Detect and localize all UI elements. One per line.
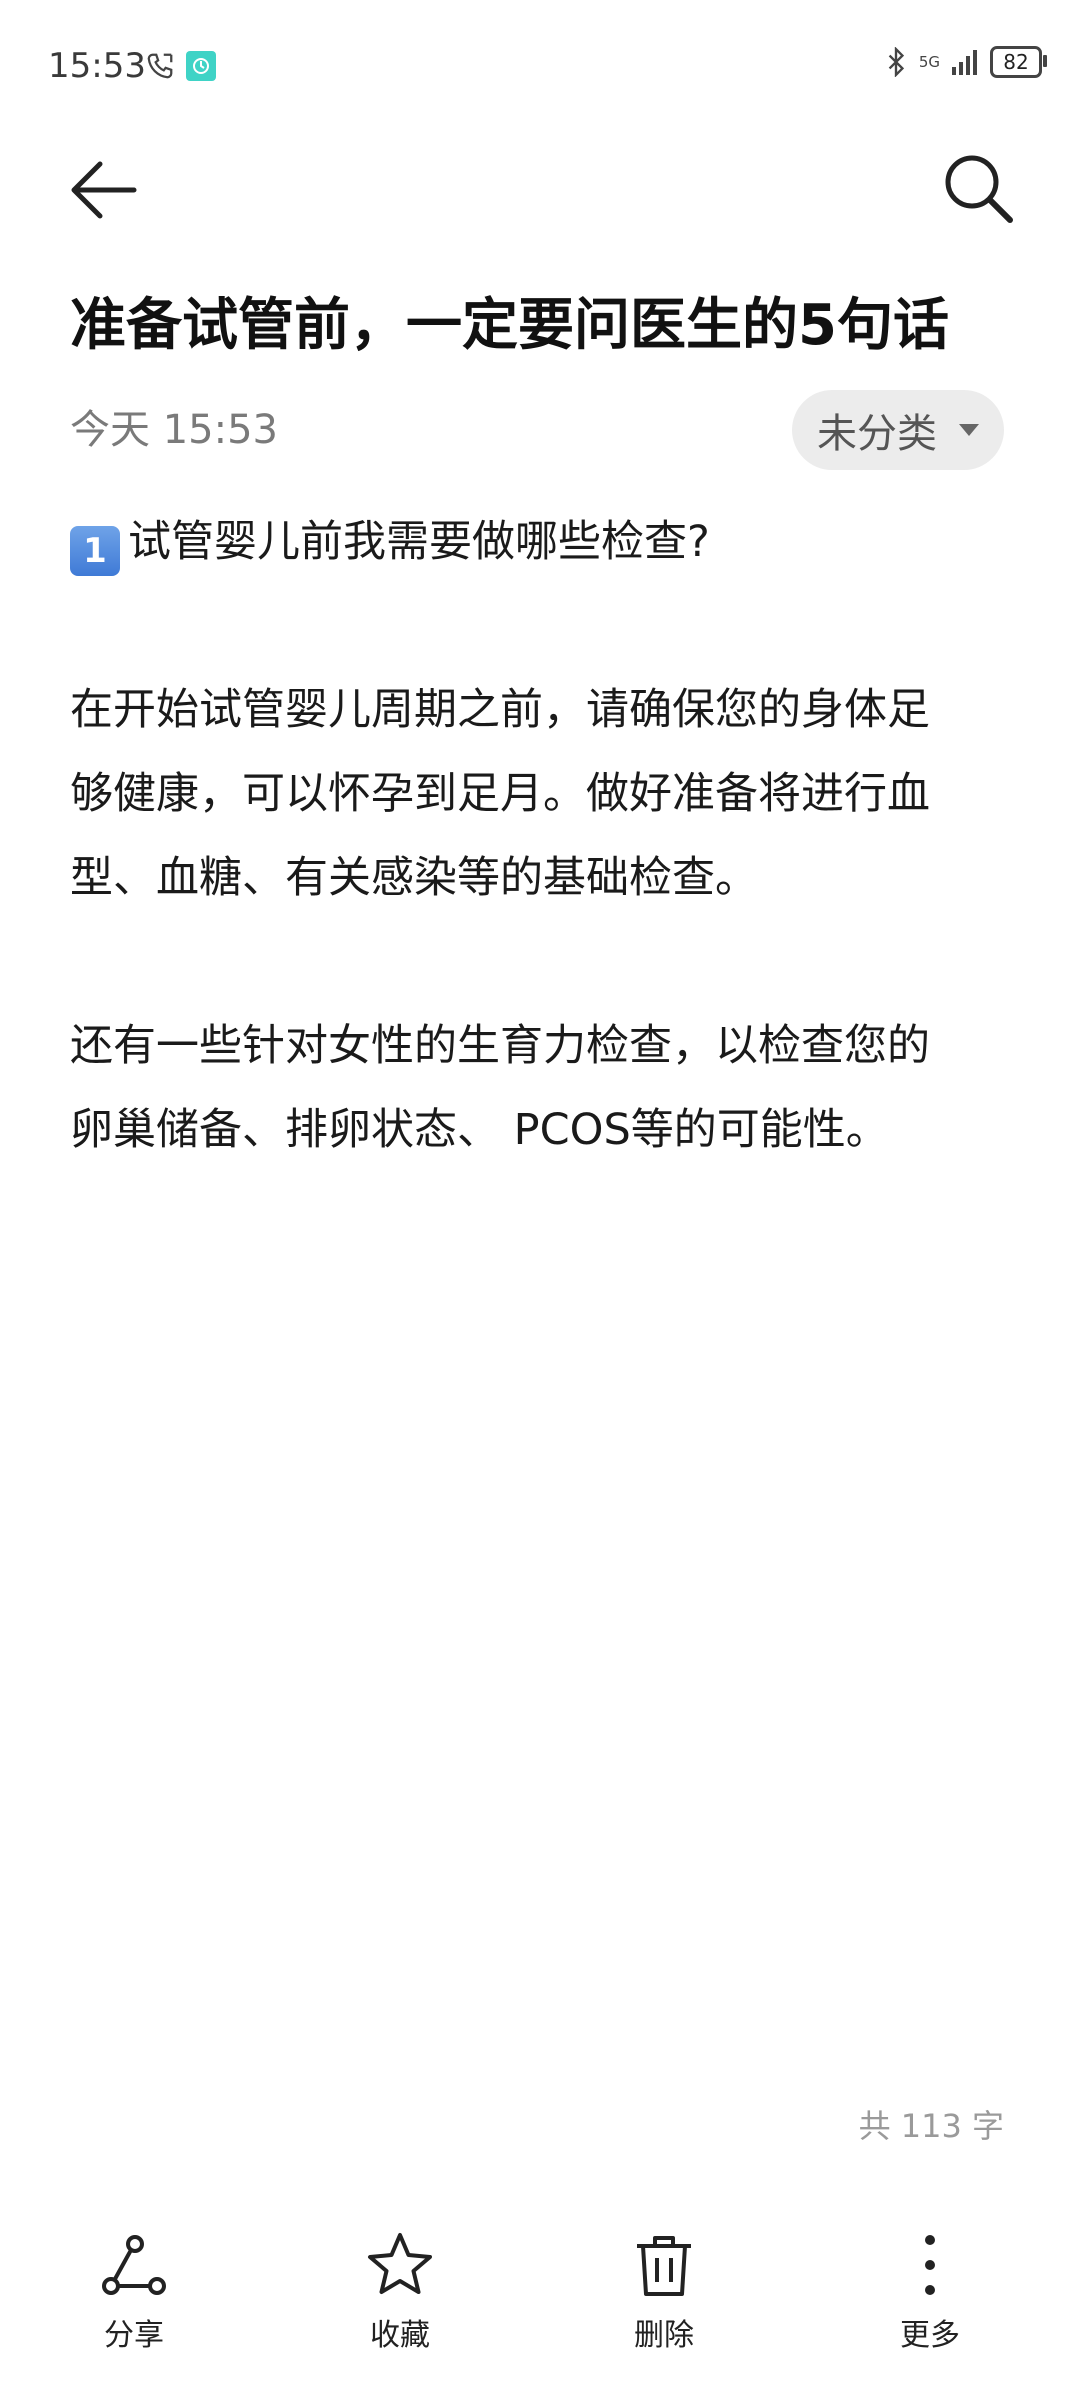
paragraph-line: 够健康，可以怀孕到足月。做好准备将进行血 [70,769,930,819]
app-notification-icon [186,51,216,81]
paragraph-line: 在开始试管婴儿周期之前，请确保您的身体足 [70,685,930,735]
status-right-icons: 5G 82 [883,46,1047,78]
caret-down-icon [959,424,979,436]
note-body[interactable]: 1 试管婴儿前我需要做哪些检查? 在开始试管婴儿周期之前，请确保您的身体足 够健康… [70,500,1030,1172]
favorite-button[interactable]: 收藏 [320,2230,480,2354]
share-button[interactable]: 分享 [54,2230,214,2354]
favorite-label: 收藏 [370,2318,430,2353]
status-left-icons [145,50,217,82]
bluetooth-icon [888,47,904,77]
more-vertical-icon [925,2235,935,2295]
arrow-left-icon [71,161,137,219]
star-icon [368,2233,432,2294]
bottom-toolbar: 分享 收藏 删除 更多 [0,2230,1080,2387]
category-label: 未分类 [817,411,937,457]
share-label: 分享 [104,2318,164,2353]
word-count: 共 113 字 [858,2107,1004,2145]
search-button[interactable] [938,148,1018,228]
paragraph-line: 型、血糖、有关感染等的基础检查。 [70,853,758,903]
question-line: 1 试管婴儿前我需要做哪些检查? [70,500,1030,584]
note-date: 今天 15:53 [70,407,278,453]
delete-button[interactable]: 删除 [584,2230,744,2354]
battery-icon: 82 [990,46,1047,78]
delete-label: 删除 [634,2318,694,2353]
phone-call-icon [147,53,173,79]
network-type: 5G [918,52,940,71]
question-text: 试管婴儿前我需要做哪些检查? [128,517,710,567]
category-dropdown[interactable]: 未分类 [792,390,1004,470]
more-button[interactable]: 更多 [850,2230,1010,2354]
status-time: 15:53 [48,46,146,86]
back-button[interactable] [64,150,144,230]
share-icon [102,2235,166,2295]
note-title[interactable]: 准备试管前，一定要问医生的5句话 [70,288,1030,364]
more-label: 更多 [900,2318,960,2353]
trash-icon [637,2236,691,2296]
search-icon [945,155,1013,223]
paragraph-line: 卵巢储备、排卵状态、 PCOS等的可能性。 [70,1105,889,1155]
paragraph-line: 还有一些针对女性的生育力检查，以检查您的 [70,1021,930,1071]
signal-icon [952,50,977,75]
keycap-one-icon: 1 [70,526,120,576]
